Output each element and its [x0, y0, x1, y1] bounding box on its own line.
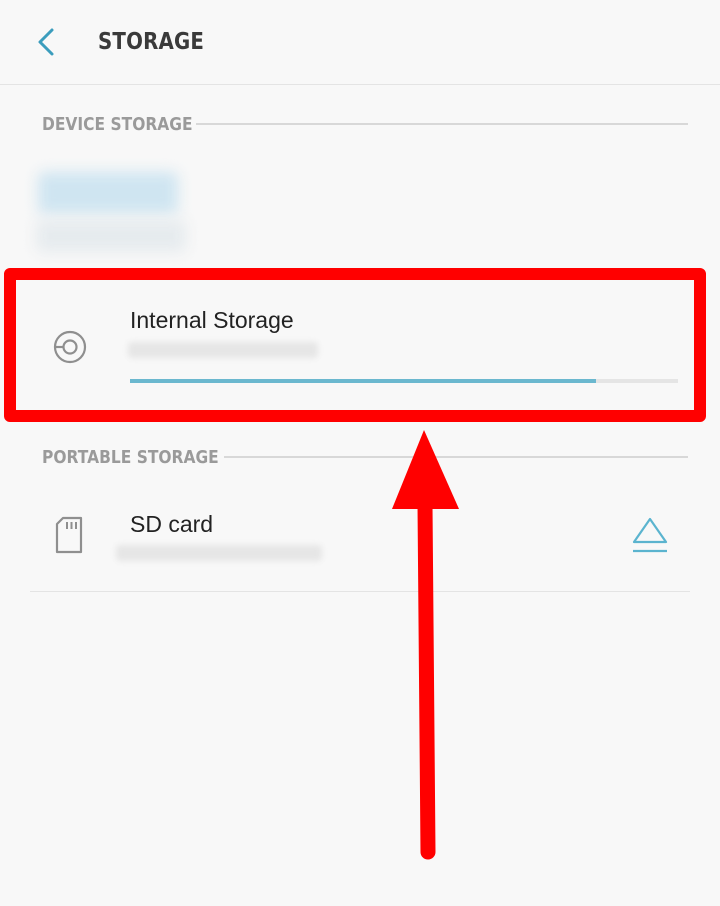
annotation-arrow	[392, 430, 459, 860]
